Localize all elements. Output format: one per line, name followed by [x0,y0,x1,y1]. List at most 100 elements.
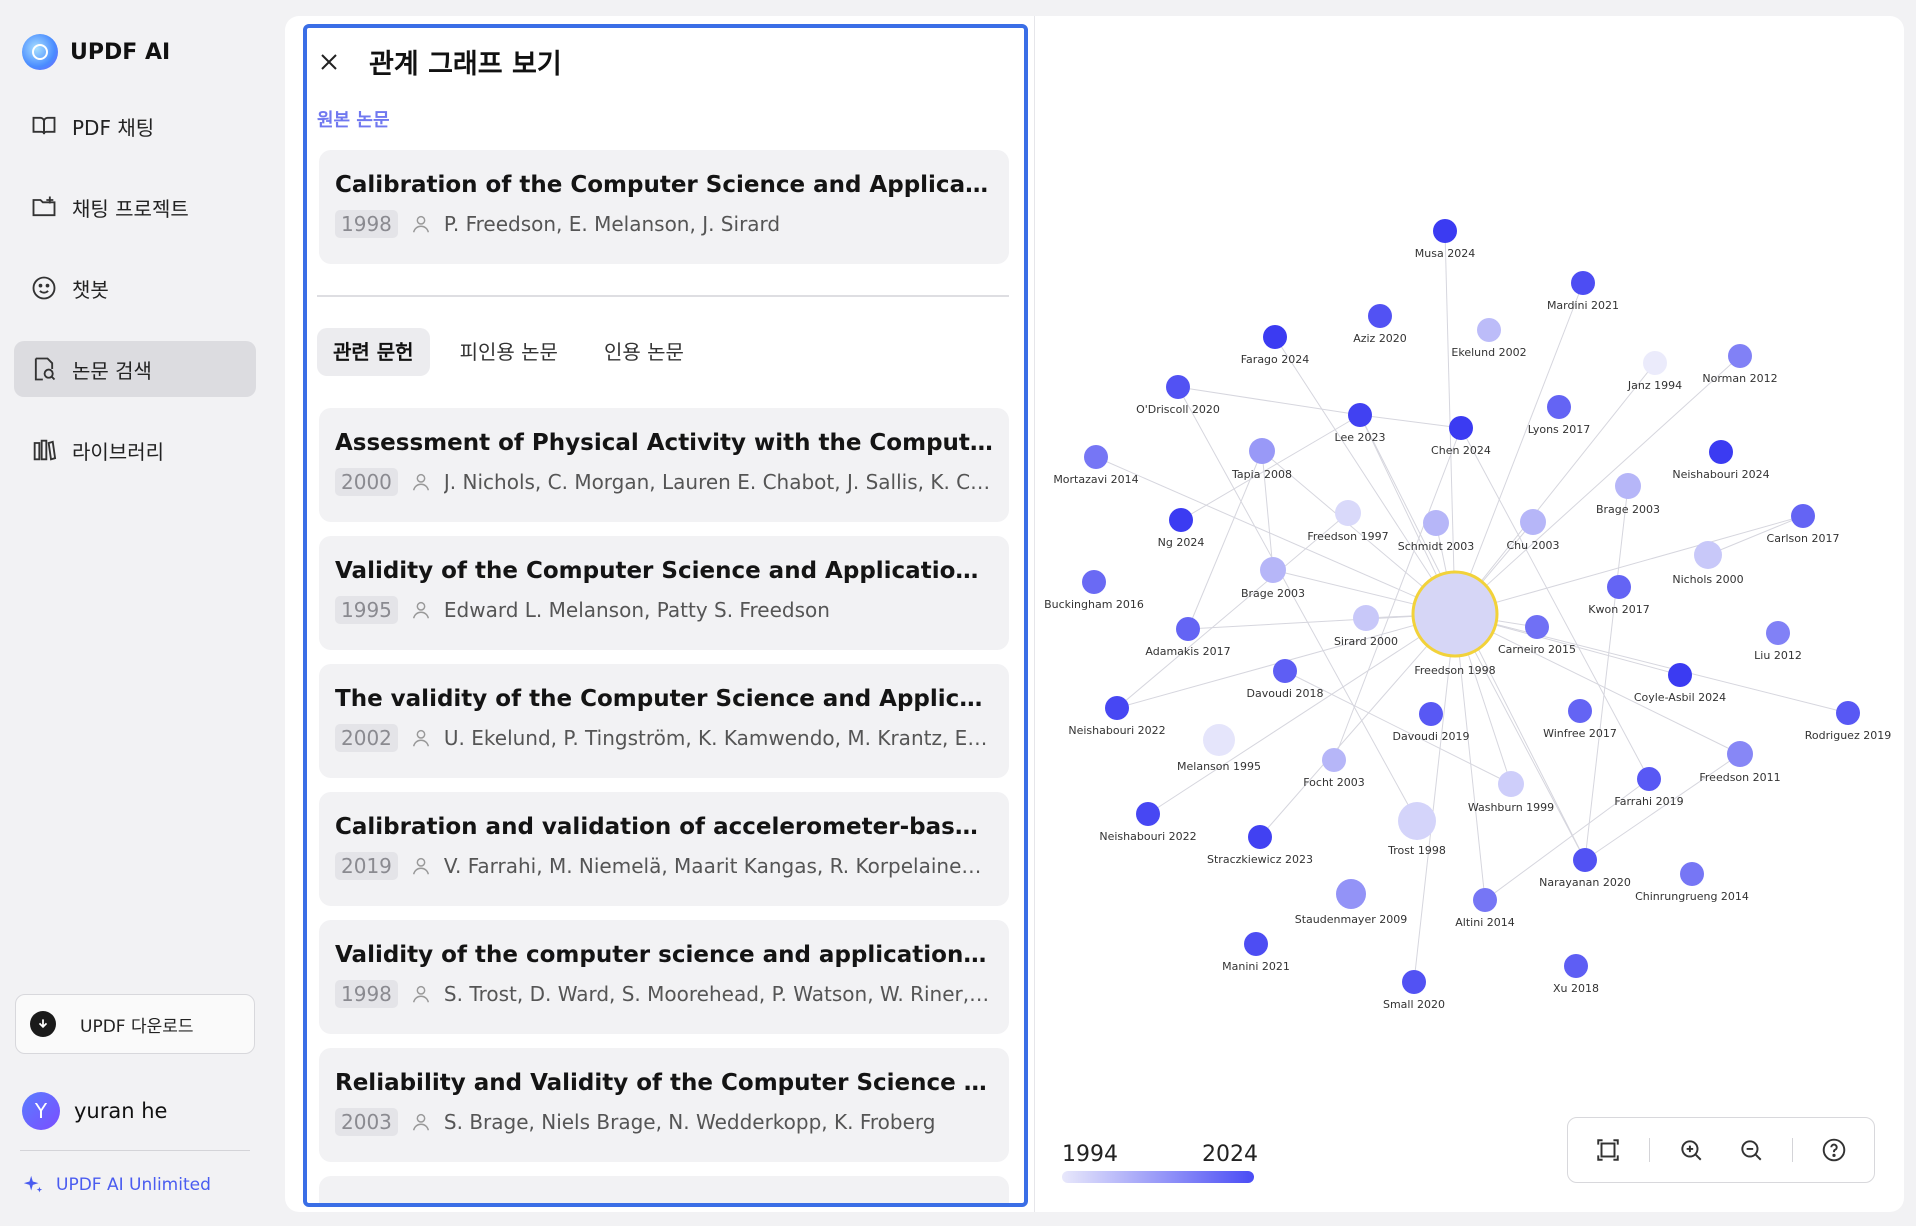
graph-node[interactable]: Focht 2003 [1303,748,1365,789]
graph-node[interactable]: Buckingham 2016 [1044,570,1144,611]
graph-node-dot[interactable] [1709,440,1733,464]
graph-center-dot[interactable] [1411,570,1499,658]
graph-node-dot[interactable] [1473,888,1497,912]
graph-node[interactable]: Brage 2003 [1596,473,1660,516]
tab-cited-by[interactable]: 피인용 논문 [444,328,574,376]
graph-node-dot[interactable] [1728,344,1752,368]
graph-node-dot[interactable] [1571,271,1595,295]
relation-graph-canvas[interactable]: Musa 2024 Mardini 2021 Aziz 2020 Farago 202… [1035,16,1904,1212]
graph-node[interactable]: Small 2020 [1383,970,1445,1011]
graph-node[interactable]: Chinrungrueng 2014 [1635,862,1749,903]
graph-node[interactable]: Musa 2024 [1415,219,1475,260]
graph-node-dot[interactable] [1353,605,1379,631]
graph-node-dot[interactable] [1520,509,1546,535]
graph-node-dot[interactable] [1244,932,1268,956]
graph-node[interactable]: O'Driscoll 2020 [1136,375,1220,416]
graph-node[interactable]: Chen 2024 [1431,416,1491,457]
graph-node[interactable]: Carlson 2017 [1767,504,1840,545]
graph-node[interactable]: Farrahi 2019 [1614,767,1684,808]
graph-node[interactable]: Mortazavi 2014 [1053,445,1139,486]
graph-node[interactable]: Ng 2024 [1158,508,1205,549]
graph-node-dot[interactable] [1322,748,1346,772]
sidebar-item-pdf-chat[interactable]: PDF 채팅 [14,98,256,154]
zoom-in-button[interactable] [1673,1132,1709,1168]
graph-node-dot[interactable] [1169,508,1193,532]
graph-node[interactable]: Nichols 2000 [1672,541,1744,586]
graph-node[interactable]: Sirard 2000 [1334,605,1398,648]
tab-related[interactable]: 관련 문헌 [317,328,430,376]
graph-node-dot[interactable] [1791,504,1815,528]
unlimited-link[interactable]: UPDF AI Unlimited [22,1174,211,1196]
graph-node[interactable]: Davoudi 2018 [1247,659,1324,700]
graph-node[interactable]: Freedson 1997 [1307,500,1389,543]
related-paper-card[interactable]: The validity of the Computer Science and… [319,664,1009,778]
zoom-out-button[interactable] [1733,1132,1769,1168]
graph-node-dot[interactable] [1336,879,1366,909]
fit-view-button[interactable] [1590,1132,1626,1168]
graph-node[interactable]: Neishabouri 2022 [1099,802,1197,843]
graph-node-dot[interactable] [1402,970,1426,994]
graph-node[interactable]: Neishabouri 2022 [1068,696,1166,737]
graph-node[interactable]: Farago 2024 [1241,325,1310,366]
graph-node-dot[interactable] [1477,318,1501,342]
graph-node-dot[interactable] [1668,663,1692,687]
graph-node-dot[interactable] [1643,351,1667,375]
tab-references[interactable]: 인용 논문 [588,328,700,376]
graph-node-dot[interactable] [1273,659,1297,683]
related-paper-card[interactable]: Assessment of Physical Activity with the… [319,408,1009,522]
sidebar-item-chatbot[interactable]: 챗봇 [14,260,256,316]
graph-node-dot[interactable] [1082,570,1106,594]
graph-node-dot[interactable] [1568,699,1592,723]
sidebar-item-chat-project[interactable]: 채팅 프로젝트 [14,179,256,235]
graph-node-dot[interactable] [1166,375,1190,399]
graph-node-dot[interactable] [1573,848,1597,872]
graph-node[interactable]: Staudenmayer 2009 [1295,879,1407,926]
user-profile[interactable]: Y yuran he [22,1092,167,1130]
graph-node[interactable]: Straczkiewicz 2023 [1207,825,1313,866]
graph-node-dot[interactable] [1084,445,1108,469]
graph-node-dot[interactable] [1263,325,1287,349]
graph-node[interactable]: Narayanan 2020 [1539,848,1631,889]
brand[interactable]: UPDF AI [22,34,170,70]
graph-node[interactable]: Coyle-Asbil 2024 [1634,663,1726,704]
graph-node-dot[interactable] [1637,767,1661,791]
graph-node-dot[interactable] [1105,696,1129,720]
graph-node[interactable]: Brage 2003 [1241,557,1305,600]
graph-node-dot[interactable] [1547,395,1571,419]
graph-node[interactable]: Winfree 2017 [1543,699,1617,740]
updf-download-button[interactable]: UPDF 다운로드 [15,994,255,1054]
help-button[interactable] [1816,1132,1852,1168]
graph-node-dot[interactable] [1766,621,1790,645]
graph-node-dot[interactable] [1433,219,1457,243]
graph-node-dot[interactable] [1260,557,1286,583]
graph-node-dot[interactable] [1248,825,1272,849]
graph-node-dot[interactable] [1398,802,1436,840]
graph-node[interactable]: Chu 2003 [1506,509,1560,552]
related-paper-card[interactable]: Reliability and Validity of the Computer… [319,1048,1009,1162]
graph-node[interactable]: Altini 2014 [1455,888,1515,929]
graph-node-dot[interactable] [1249,438,1275,464]
graph-node-dot[interactable] [1498,771,1524,797]
graph-node-dot[interactable] [1836,701,1860,725]
graph-node-dot[interactable] [1136,802,1160,826]
graph-node-dot[interactable] [1694,541,1722,569]
graph-node[interactable]: Schmidt 2003 [1398,510,1475,553]
related-paper-card[interactable]: Validity of the Computer Science and App… [319,536,1009,650]
graph-node[interactable]: Freedson 2011 [1699,741,1781,784]
graph-node[interactable]: Liu 2012 [1754,621,1802,662]
graph-node[interactable]: Janz 1994 [1627,351,1682,392]
relation-graph[interactable]: Musa 2024 Mardini 2021 Aziz 2020 Farago 202… [1035,16,1904,1212]
close-icon[interactable] [315,48,343,76]
graph-node-dot[interactable] [1449,416,1473,440]
graph-node[interactable]: Tapia 2008 [1231,438,1292,481]
related-paper-card[interactable]: Validity of the computer science and app… [319,920,1009,1034]
related-paper-card[interactable] [319,1176,1009,1203]
graph-node-dot[interactable] [1615,473,1641,499]
graph-node-dot[interactable] [1525,615,1549,639]
related-paper-card[interactable]: Calibration and validation of accelerome… [319,792,1009,906]
graph-node[interactable]: Xu 2018 [1553,954,1599,995]
graph-node[interactable]: Norman 2012 [1702,344,1778,385]
graph-node-dot[interactable] [1176,617,1200,641]
graph-node-dot[interactable] [1680,862,1704,886]
graph-node[interactable]: Neishabouri 2024 [1672,440,1770,481]
